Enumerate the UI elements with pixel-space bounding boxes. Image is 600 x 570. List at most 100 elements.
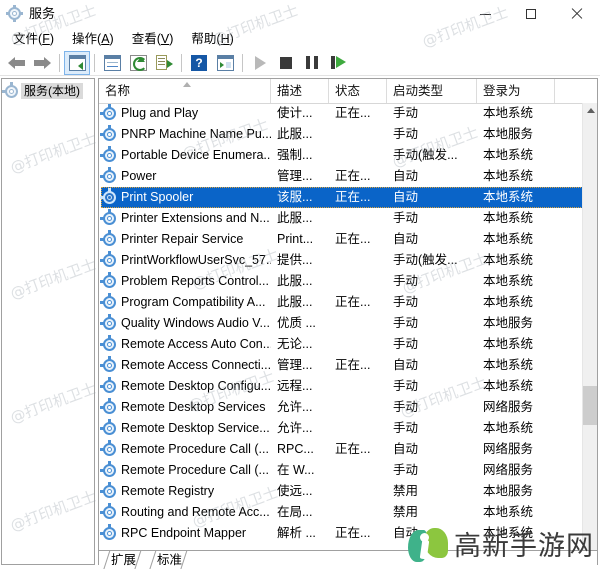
menu-action[interactable]: 操作(A): [63, 29, 123, 49]
cell-status: [329, 334, 387, 355]
cell-log-on-as: 本地系统: [483, 526, 534, 540]
forward-button[interactable]: [29, 51, 55, 75]
help-question-icon: ?: [191, 54, 207, 71]
cell-service-name: Quality Windows Audio V...: [121, 316, 270, 330]
table-row[interactable]: Remote Desktop Service... 允许... 手动 本地系统: [99, 418, 597, 439]
start-service-button[interactable]: [247, 51, 273, 75]
column-header-name[interactable]: 名称: [99, 79, 271, 103]
table-row[interactable]: Portable Device Enumera... 强制... 手动(触发... 本…: [99, 145, 597, 166]
tab-extended[interactable]: 扩展: [101, 551, 142, 569]
cell-service-name: Remote Registry: [121, 484, 215, 498]
cell-service-name: Remote Access Connecti...: [121, 358, 271, 372]
properties-button[interactable]: [99, 51, 125, 75]
table-row[interactable]: Quality Windows Audio V... 优质 ... 手动 本地服务: [99, 313, 597, 334]
cell-description: 无论...: [277, 337, 313, 351]
refresh-button[interactable]: [125, 51, 151, 75]
tab-standard[interactable]: 标准: [147, 551, 188, 569]
table-row[interactable]: Remote Desktop Configu... 远程... 手动 本地系统: [99, 376, 597, 397]
cell-status: [329, 502, 387, 523]
cell-status: [329, 145, 387, 166]
title-bar: 服务: [0, 0, 600, 28]
cell-service-name: Portable Device Enumera...: [121, 148, 271, 162]
pause-service-button[interactable]: [299, 51, 325, 75]
toolbar-separator: [242, 53, 243, 72]
cell-description: RPC...: [277, 442, 314, 456]
table-row[interactable]: Plug and Play 使计... 正在... 手动 本地系统: [99, 103, 597, 124]
table-row[interactable]: Remote Registry 使远... 禁用 本地服务: [99, 481, 597, 502]
table-row[interactable]: Routing and Remote Acc... 在局... 禁用 本地系统: [99, 502, 597, 523]
menu-file[interactable]: 文件(F): [4, 29, 63, 49]
cell-startup-type: 自动: [393, 442, 419, 456]
cell-status: 正在...: [335, 526, 371, 540]
help-button[interactable]: ?: [186, 51, 212, 75]
console-tree-pane: 服务(本地): [1, 78, 95, 565]
table-row[interactable]: Printer Extensions and N... 此服... 手动 本地系统: [99, 208, 597, 229]
cell-startup-type: 手动: [393, 337, 419, 351]
table-row[interactable]: Program Compatibility A... 此服... 正在... 手动 本地…: [99, 292, 597, 313]
cell-service-name: Routing and Remote Acc...: [121, 505, 270, 519]
scrollbar-thumb[interactable]: [583, 386, 597, 426]
console-tree-icon: [68, 54, 86, 71]
cell-status: [329, 271, 387, 292]
restart-service-button[interactable]: [325, 51, 351, 75]
column-header-description[interactable]: 描述: [271, 79, 329, 103]
cell-startup-type: 自动: [393, 190, 419, 204]
column-header-status[interactable]: 状态: [329, 79, 387, 103]
table-row[interactable]: Problem Reports Control... 此服... 手动 本地系统: [99, 271, 597, 292]
cell-log-on-as: 本地系统: [483, 190, 534, 204]
cell-log-on-as: 本地系统: [483, 295, 534, 309]
stop-icon: [280, 56, 292, 69]
show-hide-tree-button[interactable]: [64, 50, 90, 75]
pause-icon: [306, 56, 318, 69]
cell-log-on-as: 本地系统: [483, 505, 534, 519]
cell-description: 管理...: [277, 358, 313, 372]
services-window: 服务 文件(F) 操作(A) 查看(V) 帮助(H) ? 服务(本地) 名称 描…: [0, 0, 600, 570]
cell-startup-type: 手动: [393, 379, 419, 393]
cell-log-on-as: 本地系统: [483, 232, 534, 246]
column-header-log-on-as[interactable]: 登录为: [477, 79, 555, 103]
cell-startup-type: 手动: [393, 400, 419, 414]
cell-status: [329, 460, 387, 481]
table-row[interactable]: PrintWorkflowUserSvc_57... 提供... 手动(触发... 本…: [99, 250, 597, 271]
minimize-button[interactable]: [462, 0, 508, 28]
cell-status: 正在...: [335, 295, 371, 309]
cell-startup-type: 自动: [393, 169, 419, 183]
cell-log-on-as: 本地系统: [483, 148, 534, 162]
show-action-pane-button[interactable]: [212, 51, 238, 75]
table-row[interactable]: PNRP Machine Name Pu... 此服... 手动 本地服务: [99, 124, 597, 145]
table-row[interactable]: RPC Endpoint Mapper 解析 ... 正在... 自动 本地系统: [99, 523, 597, 544]
cell-status: [329, 124, 387, 145]
menu-view[interactable]: 查看(V): [123, 29, 183, 49]
close-button[interactable]: [554, 0, 600, 28]
vertical-scrollbar[interactable]: [582, 103, 597, 564]
services-list-pane: 名称 描述 状态 启动类型 登录为 Plug and Play 使计... 正在..…: [98, 78, 598, 565]
back-button[interactable]: [3, 51, 29, 75]
table-row[interactable]: Remote Procedure Call (... RPC... 正在... 自动 网…: [99, 439, 597, 460]
cell-status: [329, 250, 387, 271]
cell-description: 远程...: [277, 379, 313, 393]
cell-description: 强制...: [277, 148, 313, 162]
cell-startup-type: 手动: [393, 463, 419, 477]
cell-description: 此服...: [277, 295, 313, 309]
cell-log-on-as: 本地系统: [483, 337, 534, 351]
export-list-button[interactable]: [151, 51, 177, 75]
cell-log-on-as: 本地服务: [483, 316, 534, 330]
table-row[interactable]: Remote Desktop Services 允许... 手动 网络服务: [99, 397, 597, 418]
table-row[interactable]: Remote Procedure Call (... 在 W... 手动 网络服务: [99, 460, 597, 481]
menu-help[interactable]: 帮助(H): [182, 29, 242, 49]
cell-description: 在 W...: [277, 463, 315, 477]
scroll-up-button[interactable]: [583, 103, 597, 118]
table-row[interactable]: Print Spooler 该服... 正在... 自动 本地系统: [99, 187, 597, 208]
cell-description: 此服...: [277, 127, 313, 141]
table-row[interactable]: Printer Repair Service Print... 正在... 自动 本地系…: [99, 229, 597, 250]
stop-service-button[interactable]: [273, 51, 299, 75]
table-row[interactable]: Remote Access Connecti... 管理... 正在... 自动 本地系…: [99, 355, 597, 376]
maximize-button[interactable]: [508, 0, 554, 28]
cell-status: [329, 397, 387, 418]
table-row[interactable]: Power 管理... 正在... 自动 本地系统: [99, 166, 597, 187]
table-row[interactable]: Remote Access Auto Con... 无论... 手动 本地系统: [99, 334, 597, 355]
column-header-startup-type[interactable]: 启动类型: [387, 79, 477, 103]
cell-description: Print...: [277, 232, 314, 246]
export-list-icon: [155, 54, 173, 71]
tree-item-services-local[interactable]: 服务(本地): [2, 81, 94, 100]
